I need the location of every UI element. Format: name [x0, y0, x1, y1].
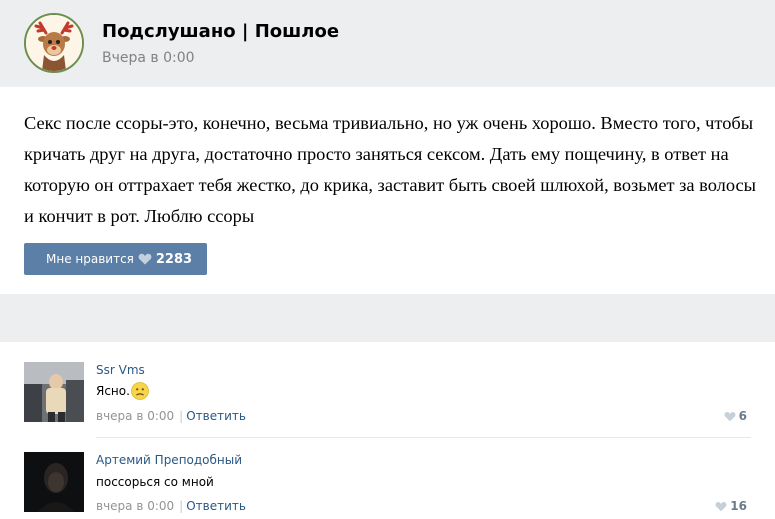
comment-meta: вчера в 0:00 | Ответить [96, 499, 246, 513]
section-separator [0, 294, 775, 342]
comment-like-count: 6 [738, 409, 747, 423]
comment-meta: вчера в 0:00 | Ответить [96, 409, 246, 423]
meta-separator: | [179, 499, 184, 513]
reply-button[interactable]: Ответить [186, 499, 246, 513]
like-label: Мне нравится [46, 252, 134, 266]
like-button[interactable]: Мне нравится 2283 [24, 243, 207, 275]
comment-text: Ясно. [96, 382, 149, 400]
comment-text-content: Ясно. [96, 384, 130, 398]
post-header: Подслушано | Пошлое Вчера в 0:00 [0, 0, 775, 87]
comment-text: поссорься со мной [96, 475, 214, 489]
meta-separator: | [179, 409, 184, 423]
reply-button[interactable]: Ответить [186, 409, 246, 423]
comment-item: Артемий Преподобный поссорься со мной вч… [24, 452, 751, 513]
comment-like-button[interactable]: 16 [715, 499, 747, 513]
slightly-frowning-face-icon [131, 382, 149, 400]
heart-icon [715, 501, 727, 511]
heart-icon [724, 411, 736, 421]
post-date[interactable]: Вчера в 0:00 [102, 50, 195, 66]
comment-date[interactable]: вчера в 0:00 [96, 499, 174, 513]
comment-author[interactable]: Ssr Vms [96, 363, 145, 377]
commenter-avatar[interactable] [24, 452, 84, 512]
commenter-avatar[interactable] [24, 362, 84, 422]
comment-divider [96, 437, 751, 438]
like-count: 2283 [155, 251, 193, 267]
comment-date[interactable]: вчера в 0:00 [96, 409, 174, 423]
post-text: Секс после ссоры-это, конечно, весьма тр… [24, 113, 757, 226]
comment-author[interactable]: Артемий Преподобный [96, 453, 242, 467]
comment-like-count: 16 [730, 499, 747, 513]
deer-logo-icon [26, 15, 82, 71]
comment-item: Ssr Vms Ясно. вчера в 0:00 | Ответить 6 [24, 362, 751, 423]
heart-icon [138, 253, 152, 265]
group-avatar[interactable] [24, 13, 84, 73]
group-name[interactable]: Подслушано | Пошлое [102, 21, 339, 42]
comment-like-button[interactable]: 6 [724, 409, 747, 423]
